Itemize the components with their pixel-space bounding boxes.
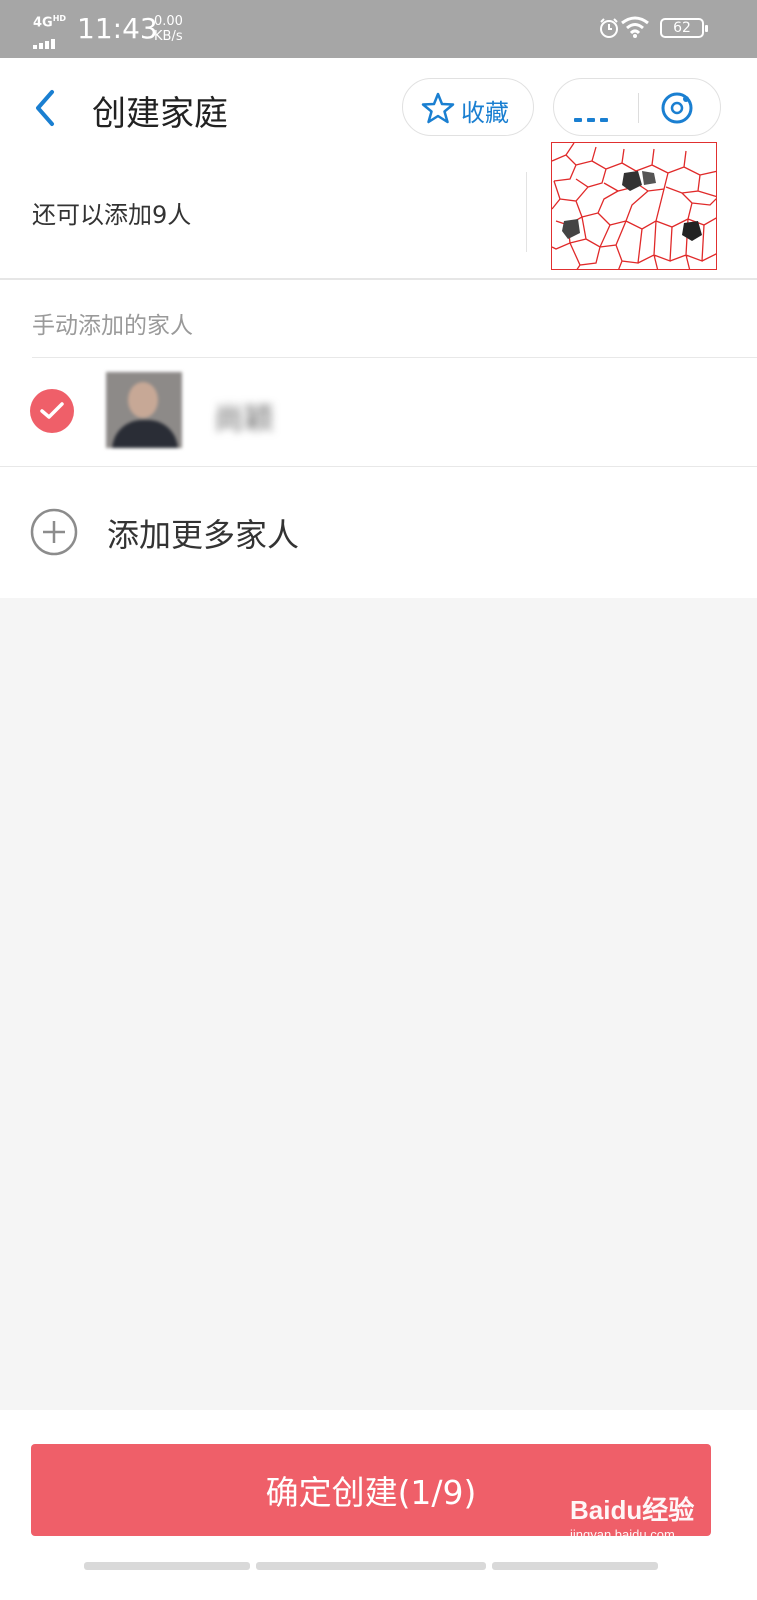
avatar (106, 372, 182, 448)
header-divider (526, 172, 527, 252)
page-title: 创建家庭 (92, 94, 228, 134)
favorite-button[interactable]: 收藏 (402, 78, 534, 136)
wifi-icon (621, 16, 649, 38)
alarm-icon (600, 18, 618, 38)
remaining-count: 还可以添加9人 (32, 201, 192, 229)
network-speed: 0.00 KB/s (154, 14, 183, 44)
add-more-label[interactable]: 添加更多家人 (107, 510, 299, 556)
bottom-bar: 确定创建(1/9) Baidu经验 jingyan.baidu.com (0, 1410, 757, 1600)
network-type: 4GHD (33, 14, 67, 31)
nav-indicator (492, 1562, 658, 1570)
battery-icon: 62 (660, 18, 708, 38)
close-icon[interactable] (660, 91, 694, 125)
miniapp-capsule (553, 78, 721, 136)
capsule-divider (638, 93, 639, 123)
member-name: 尚颖 (214, 402, 274, 437)
status-time: 11:43 (77, 12, 158, 45)
watermark: Baidu经验 jingyan.baidu.com (570, 1495, 695, 1542)
members-section: 手动添加的家人 尚颖 添加更多家人 (0, 280, 757, 598)
qr-code-mosaic (551, 142, 717, 270)
star-icon (421, 92, 455, 124)
signal-icon (33, 30, 57, 49)
section-divider (32, 357, 757, 358)
nav-indicator (256, 1562, 486, 1570)
back-arrow-icon[interactable] (30, 88, 60, 128)
checkmark-icon[interactable] (30, 389, 74, 433)
more-icon[interactable] (574, 107, 613, 126)
add-circle-icon[interactable] (30, 508, 78, 556)
row-divider (0, 466, 757, 467)
section-title: 手动添加的家人 (32, 313, 193, 339)
favorite-label: 收藏 (461, 99, 509, 127)
status-bar: 4GHD 11:43 0.00 KB/s 62 (0, 0, 757, 58)
nav-indicator (84, 1562, 250, 1570)
